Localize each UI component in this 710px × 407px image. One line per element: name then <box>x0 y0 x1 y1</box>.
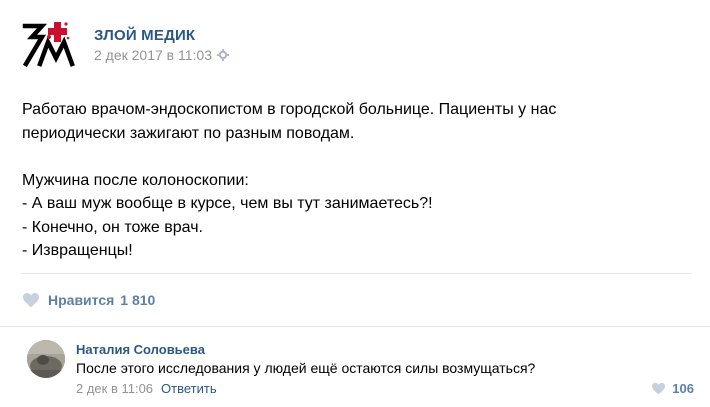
post-text-line: - Конечно, он тоже врач. <box>22 218 203 236</box>
avatar[interactable] <box>27 340 65 378</box>
post-date[interactable]: 2 дек 2017 в 11:03 <box>94 47 230 63</box>
comment-meta: 2 дек в 11:06 Ответить <box>76 381 217 396</box>
gear-icon[interactable] <box>217 49 230 61</box>
heart-icon <box>652 382 666 395</box>
comment-like-button[interactable]: 106 <box>651 381 694 396</box>
comments-divider <box>0 326 710 327</box>
like-button[interactable]: Нравится 1 810 <box>22 289 155 311</box>
post-text-line: - Извращенцы! <box>22 242 133 259</box>
post-text-line: - А ваш муж вообще в курсе, чем вы тут з… <box>22 195 433 212</box>
comment-date[interactable]: 2 дек в 11:06 <box>76 381 153 396</box>
post-text-line: периодически зажигают по разным поводам. <box>22 124 355 142</box>
post-card: ЗЛОЙ МЕДИК 2 дек 2017 в 11:03 Работаю вр… <box>0 0 710 407</box>
community-name[interactable]: ЗЛОЙ МЕДИК <box>94 27 195 44</box>
post-text-line: Работаю врачом-эндоскопистом в городской… <box>22 101 557 118</box>
like-count[interactable]: 1 810 <box>120 292 155 308</box>
community-logo[interactable] <box>22 20 76 70</box>
zm-logo-icon <box>22 22 75 68</box>
post-body: Работаю врачом-эндоскопистом в городской… <box>22 98 682 263</box>
post-text-line: Мужчина после колоноскопии: <box>22 171 249 189</box>
avatar-photo <box>27 340 65 378</box>
comment-author[interactable]: Наталия Соловьева <box>76 342 205 357</box>
reply-button[interactable]: Ответить <box>161 381 217 396</box>
post-date-text[interactable]: 2 дек 2017 в 11:03 <box>94 47 212 63</box>
comment-text: После этого исследования у людей ещё ост… <box>76 360 536 376</box>
comment-like-count[interactable]: 106 <box>672 381 694 396</box>
like-label[interactable]: Нравится <box>48 292 114 308</box>
heart-icon <box>23 293 39 308</box>
post-divider <box>22 273 692 274</box>
